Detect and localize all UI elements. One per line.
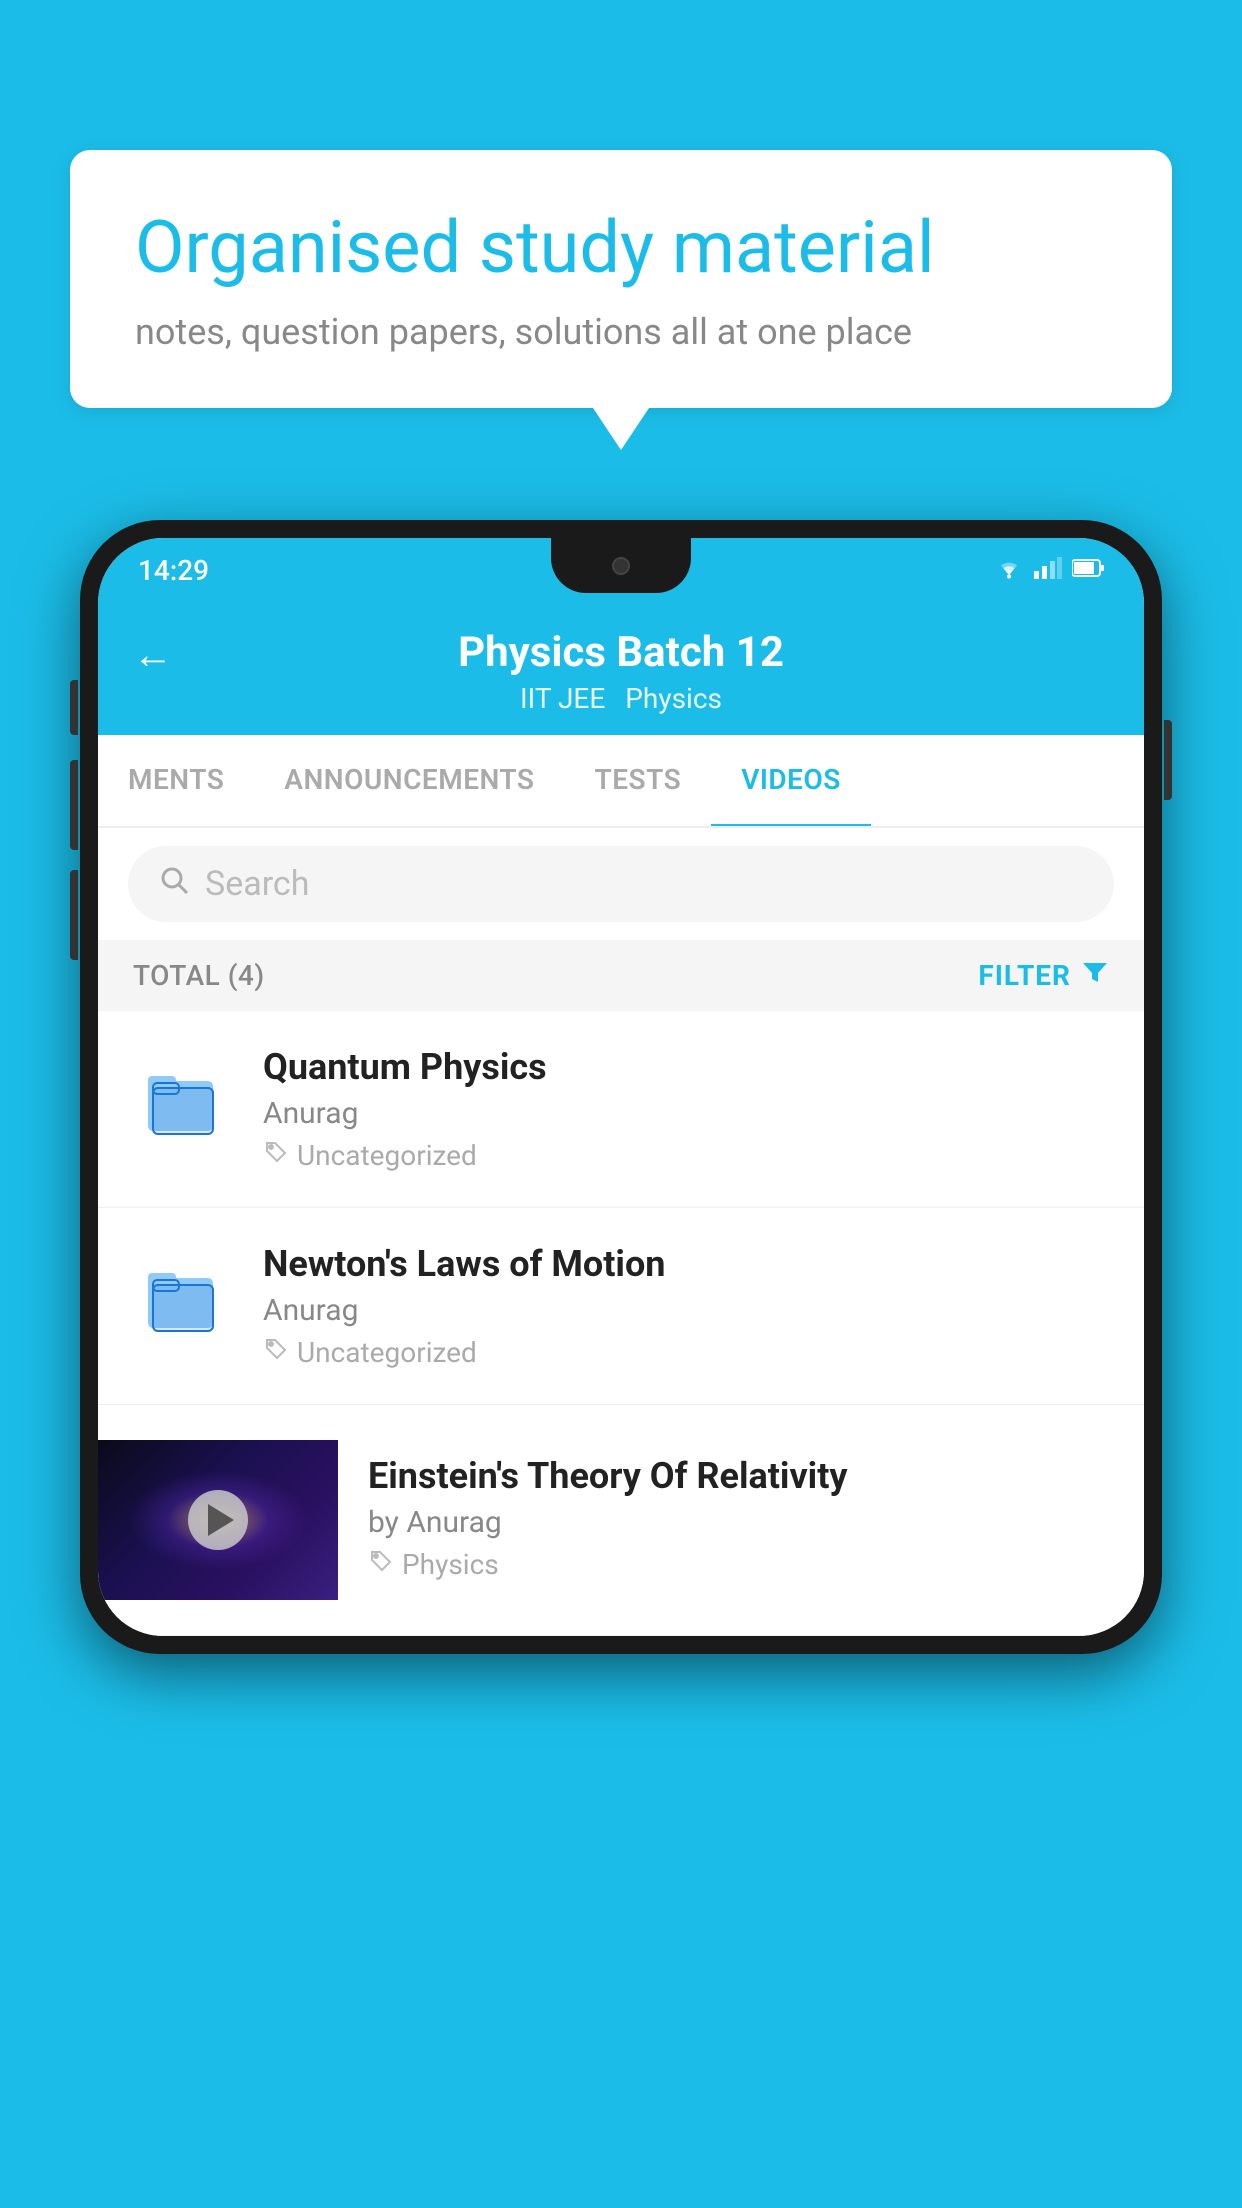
play-triangle-icon <box>208 1504 234 1536</box>
back-button[interactable]: ← <box>133 631 173 678</box>
status-icons <box>994 557 1104 585</box>
tag-icon-einstein <box>368 1548 394 1581</box>
header-title: Physics Batch 12 <box>458 628 784 677</box>
tabs-bar: MENTS ANNOUNCEMENTS TESTS VIDEOS <box>98 735 1144 828</box>
play-button-einstein[interactable] <box>188 1490 248 1550</box>
video-item-newtons-laws[interactable]: Newton's Laws of Motion Anurag Uncategor… <box>98 1208 1144 1405</box>
front-camera <box>612 557 630 575</box>
video-tag-newton: Uncategorized <box>263 1336 1114 1369</box>
tag-icon-quantum <box>263 1139 289 1172</box>
video-title-newton: Newton's Laws of Motion <box>263 1243 1114 1285</box>
video-title-einstein: Einstein's Theory Of Relativity <box>368 1455 1084 1497</box>
tab-announcements[interactable]: ANNOUNCEMENTS <box>254 735 564 828</box>
wifi-icon <box>994 557 1024 585</box>
video-tag-text-quantum: Uncategorized <box>297 1139 477 1172</box>
header-subtitle-iitjee: IIT JEE <box>520 682 605 715</box>
filter-icon <box>1081 958 1109 993</box>
search-box[interactable]: Search <box>128 846 1114 922</box>
video-tag-text-newton: Uncategorized <box>297 1336 477 1369</box>
video-info-newton: Newton's Laws of Motion Anurag Uncategor… <box>263 1243 1114 1369</box>
video-author-newton: Anurag <box>263 1293 1114 1328</box>
video-thumbnail-einstein <box>98 1440 338 1600</box>
signal-icon <box>1034 557 1062 585</box>
search-input-placeholder[interactable]: Search <box>205 864 309 904</box>
video-item-quantum-physics[interactable]: Quantum Physics Anurag Uncategorized <box>98 1011 1144 1208</box>
video-author-quantum: Anurag <box>263 1096 1114 1131</box>
filter-label: FILTER <box>978 959 1071 992</box>
tab-tests[interactable]: TESTS <box>565 735 712 828</box>
video-item-einstein[interactable]: Einstein's Theory Of Relativity by Anura… <box>98 1405 1144 1636</box>
header-subtitle-physics: Physics <box>625 682 722 715</box>
search-icon <box>158 864 190 904</box>
tab-videos[interactable]: VIDEOS <box>711 735 871 828</box>
app-header: ← Physics Batch 12 IIT JEE Physics <box>98 603 1144 735</box>
total-count-label: TOTAL (4) <box>133 959 265 992</box>
video-thumb-quantum <box>128 1046 238 1156</box>
volume-down-button <box>70 760 78 850</box>
header-subtitle: IIT JEE Physics <box>520 682 722 715</box>
filter-bar: TOTAL (4) FILTER <box>98 940 1144 1011</box>
filter-button[interactable]: FILTER <box>978 958 1109 993</box>
video-author-einstein: by Anurag <box>368 1505 1084 1540</box>
video-thumb-newton <box>128 1243 238 1353</box>
video-info-quantum: Quantum Physics Anurag Uncategorized <box>263 1046 1114 1172</box>
bubble-subtitle: notes, question papers, solutions all at… <box>135 311 1107 353</box>
power-button <box>1164 720 1172 800</box>
video-tag-quantum: Uncategorized <box>263 1139 1114 1172</box>
notch <box>551 538 691 593</box>
phone-outer: 14:29 ← Ph <box>80 520 1162 1654</box>
phone-screen: 14:29 ← Ph <box>98 538 1144 1636</box>
battery-icon <box>1072 558 1104 584</box>
volume-up-button <box>70 680 78 735</box>
tab-ments[interactable]: MENTS <box>98 735 254 828</box>
speech-bubble-wrapper: Organised study material notes, question… <box>70 150 1172 408</box>
video-title-quantum: Quantum Physics <box>263 1046 1114 1088</box>
video-list: Quantum Physics Anurag Uncategorized <box>98 1011 1144 1636</box>
speech-bubble: Organised study material notes, question… <box>70 150 1172 408</box>
tag-icon-newton <box>263 1336 289 1369</box>
video-tag-einstein: Physics <box>368 1548 1084 1581</box>
phone-wrapper: 14:29 ← Ph <box>80 520 1162 2208</box>
status-time: 14:29 <box>138 554 209 587</box>
video-tag-text-einstein: Physics <box>402 1548 499 1581</box>
status-bar: 14:29 <box>98 538 1144 603</box>
silent-button <box>70 870 78 960</box>
video-info-einstein: Einstein's Theory Of Relativity by Anura… <box>338 1440 1114 1596</box>
search-container: Search <box>98 828 1144 940</box>
bubble-title: Organised study material <box>135 205 1107 291</box>
